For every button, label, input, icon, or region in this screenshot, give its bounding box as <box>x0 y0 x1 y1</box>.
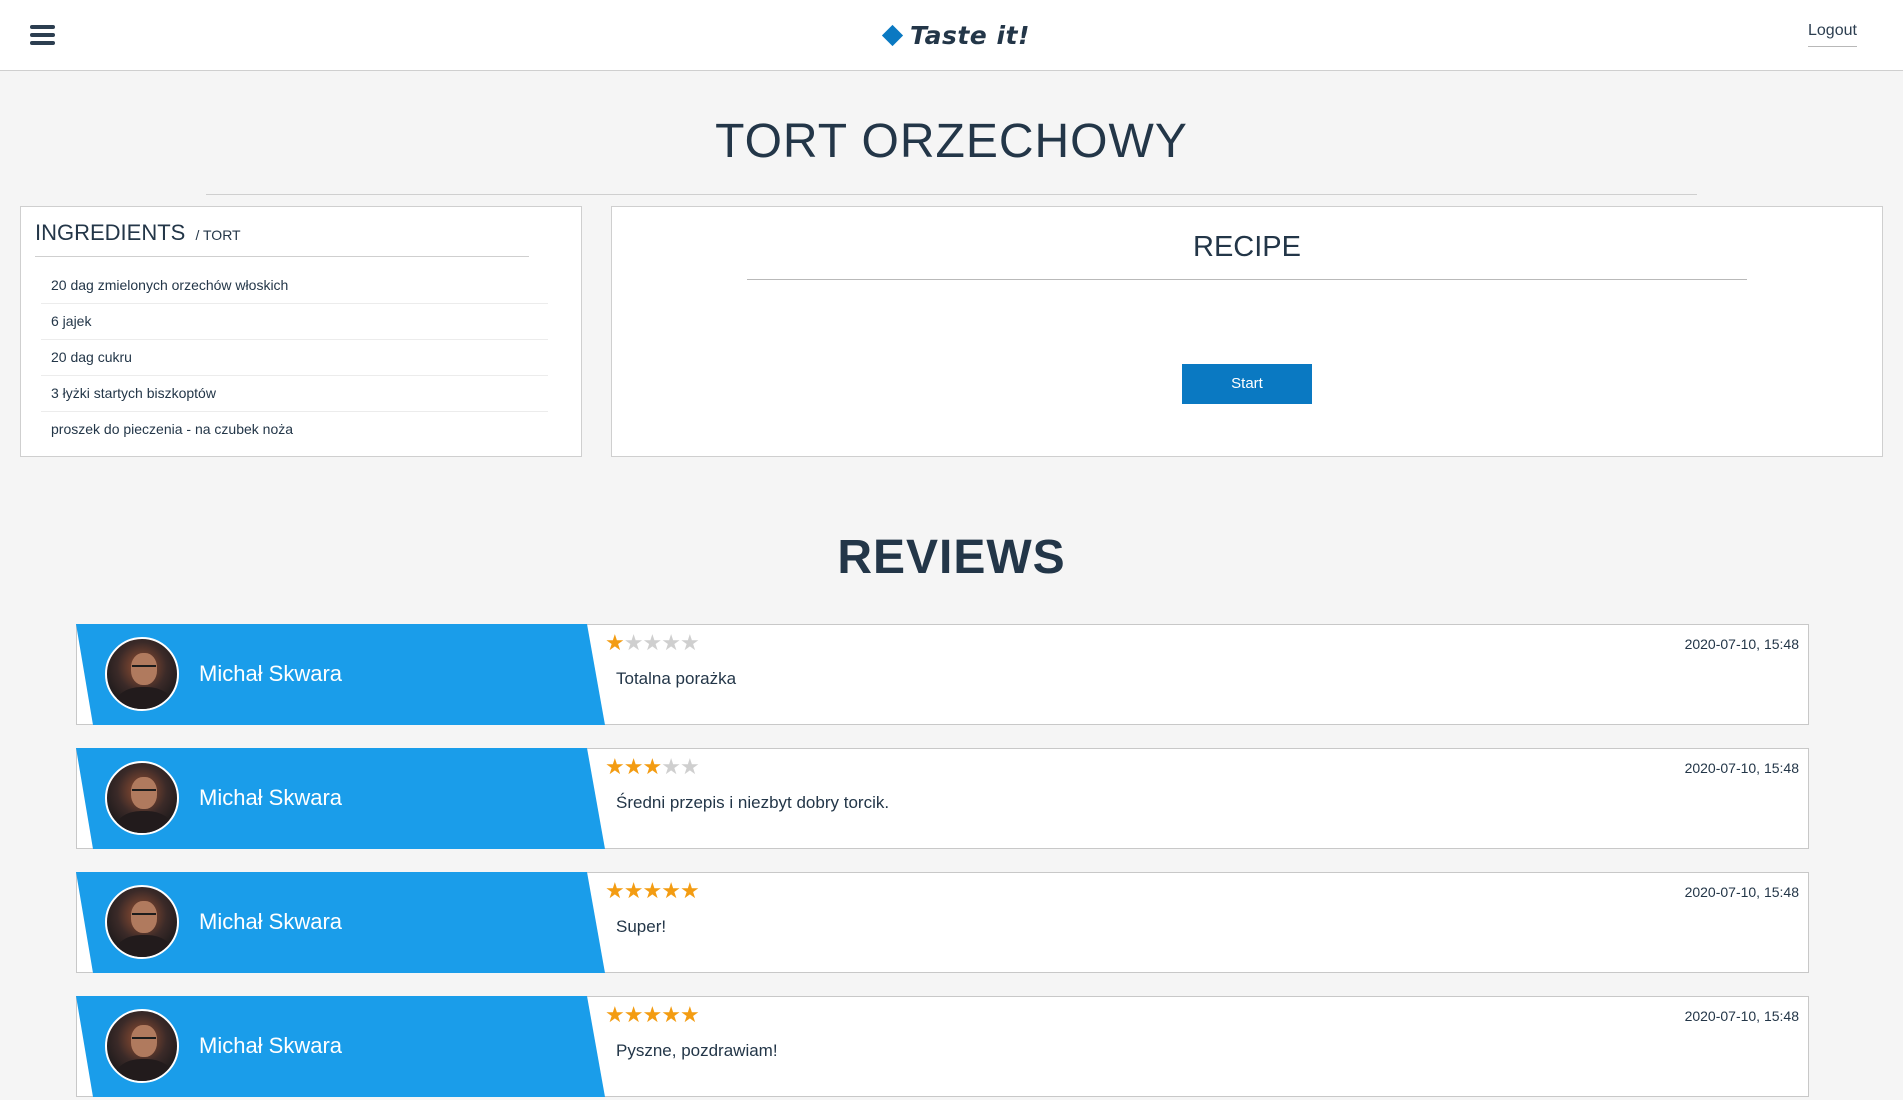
review-text: Pyszne, pozdrawiam! <box>616 1041 778 1060</box>
title-divider <box>206 194 1697 195</box>
star-icon: ★ <box>642 1003 662 1028</box>
recipe-divider <box>747 279 1747 280</box>
review-date: 2020-07-10, 15:48 <box>1684 636 1799 652</box>
review-author-name[interactable]: Michał Skwara <box>199 785 342 811</box>
avatar-shoulders <box>115 687 173 709</box>
star-icon: ★ <box>623 879 644 904</box>
reviews-heading: REVIEWS <box>837 531 1066 584</box>
avatar[interactable] <box>105 761 179 835</box>
ingredient-item: proszek do pieczenia - na czubek noża <box>51 421 294 437</box>
star-icon: ★ <box>679 1003 700 1028</box>
star-icon: ★ <box>642 755 662 780</box>
review-text: Super! <box>616 917 667 936</box>
rating-stars: ★★★★★ <box>605 755 700 780</box>
star-icon: ★ <box>679 879 700 904</box>
avatar-glasses <box>132 789 156 794</box>
logo-text: Taste it! <box>910 20 1030 50</box>
hamburger-menu-icon[interactable] <box>30 25 55 45</box>
avatar-shoulders <box>115 1059 173 1081</box>
review-date: 2020-07-10, 15:48 <box>1684 1008 1799 1024</box>
avatar-shoulders <box>115 811 173 833</box>
star-icon: ★ <box>605 755 625 780</box>
star-icon: ★ <box>605 631 625 656</box>
ingredients-subheading: / TORT <box>195 227 241 243</box>
star-icon: ★ <box>623 755 644 780</box>
star-icon: ★ <box>605 1003 625 1028</box>
ingredients-title: INGREDIENTS <box>35 220 186 245</box>
rating-stars: ★★★★★ <box>605 1003 700 1028</box>
avatar[interactable] <box>105 637 179 711</box>
ingredient-item: 20 dag cukru <box>41 340 548 376</box>
star-icon: ★ <box>642 631 662 656</box>
page-title: TORT ORZECHOWY <box>715 115 1188 168</box>
ingredient-item: 20 dag zmielonych orzechów włoskich <box>41 268 548 304</box>
star-icon: ★ <box>642 879 662 904</box>
ingredients-list: 20 dag zmielonych orzechów włoskich 6 ja… <box>41 268 548 448</box>
review-author-name[interactable]: Michał Skwara <box>199 909 342 935</box>
app-logo[interactable]: Taste it! <box>881 18 1030 52</box>
star-icon: ★ <box>679 631 700 656</box>
avatar-glasses <box>132 665 156 670</box>
review-text: Totalna porażka <box>616 669 737 688</box>
avatar[interactable] <box>105 885 179 959</box>
star-icon: ★ <box>661 879 681 904</box>
avatar-shoulders <box>115 935 173 957</box>
start-button[interactable]: Start <box>1182 364 1312 404</box>
top-navbar: Taste it! Logout <box>0 0 1903 71</box>
diamond-icon <box>881 24 904 46</box>
ingredients-panel: INGREDIENTS / TORT 20 dag zmielonych orz… <box>20 206 582 457</box>
rating-stars: ★★★★★ <box>605 631 700 656</box>
star-icon: ★ <box>661 1003 681 1028</box>
avatar-glasses <box>132 1037 156 1042</box>
ingredient-item: 6 jajek <box>41 304 548 340</box>
ingredients-divider <box>35 256 529 257</box>
ingredient-item: 3 łyżki startych biszkoptów <box>41 376 548 412</box>
star-icon: ★ <box>661 755 681 780</box>
avatar-glasses <box>132 913 156 918</box>
star-icon: ★ <box>661 631 681 656</box>
review-date: 2020-07-10, 15:48 <box>1684 760 1799 776</box>
star-icon: ★ <box>623 1003 644 1028</box>
hamburger-line <box>30 33 55 37</box>
avatar[interactable] <box>105 1009 179 1083</box>
review-author-name[interactable]: Michał Skwara <box>199 1033 342 1059</box>
review-text: Średni przepis i niezbyt dobry torcik. <box>616 793 890 812</box>
review-card: Michał Skwara ★★★★★ 2020-07-10, 15:48 Su… <box>76 872 1809 973</box>
ingredients-heading: INGREDIENTS / TORT <box>35 220 241 246</box>
hamburger-line <box>30 25 55 29</box>
review-card: Michał Skwara ★★★★★ 2020-07-10, 15:48 Śr… <box>76 748 1809 849</box>
review-author-name[interactable]: Michał Skwara <box>199 661 342 687</box>
star-icon: ★ <box>623 631 644 656</box>
star-icon: ★ <box>605 879 625 904</box>
rating-stars: ★★★★★ <box>605 879 700 904</box>
star-icon: ★ <box>679 755 700 780</box>
recipe-panel: RECIPE Start <box>611 206 1883 457</box>
recipe-heading: RECIPE <box>1193 231 1301 263</box>
review-date: 2020-07-10, 15:48 <box>1684 884 1799 900</box>
hamburger-line <box>30 41 55 45</box>
logout-link[interactable]: Logout <box>1808 22 1857 47</box>
review-card: Michał Skwara ★★★★★ 2020-07-10, 15:48 To… <box>76 624 1809 725</box>
review-card: Michał Skwara ★★★★★ 2020-07-10, 15:48 Py… <box>76 996 1809 1097</box>
